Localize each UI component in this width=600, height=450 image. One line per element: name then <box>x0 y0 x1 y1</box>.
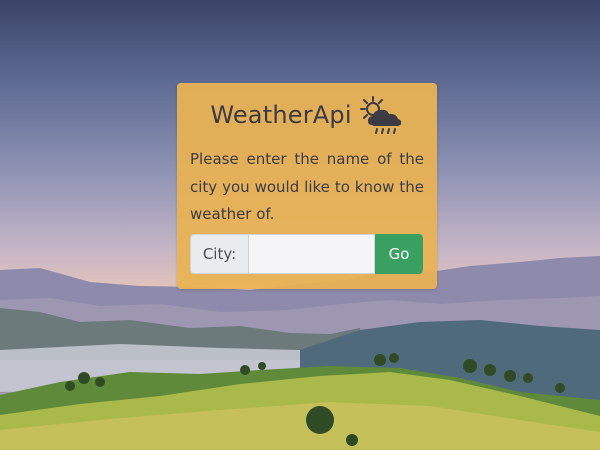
weather-search-card: WeatherApi Please enter the name of the <box>177 83 437 289</box>
instruction-text: Please enter the name of the city you wo… <box>190 150 424 223</box>
city-label: City: <box>190 234 248 274</box>
city-input[interactable] <box>248 234 375 274</box>
sun-behind-rain-cloud-icon <box>359 96 401 134</box>
city-search-group: City: Go <box>190 234 423 274</box>
card-header: WeatherApi <box>177 95 437 135</box>
app-title: WeatherApi <box>210 101 352 129</box>
go-button[interactable]: Go <box>375 234 423 274</box>
